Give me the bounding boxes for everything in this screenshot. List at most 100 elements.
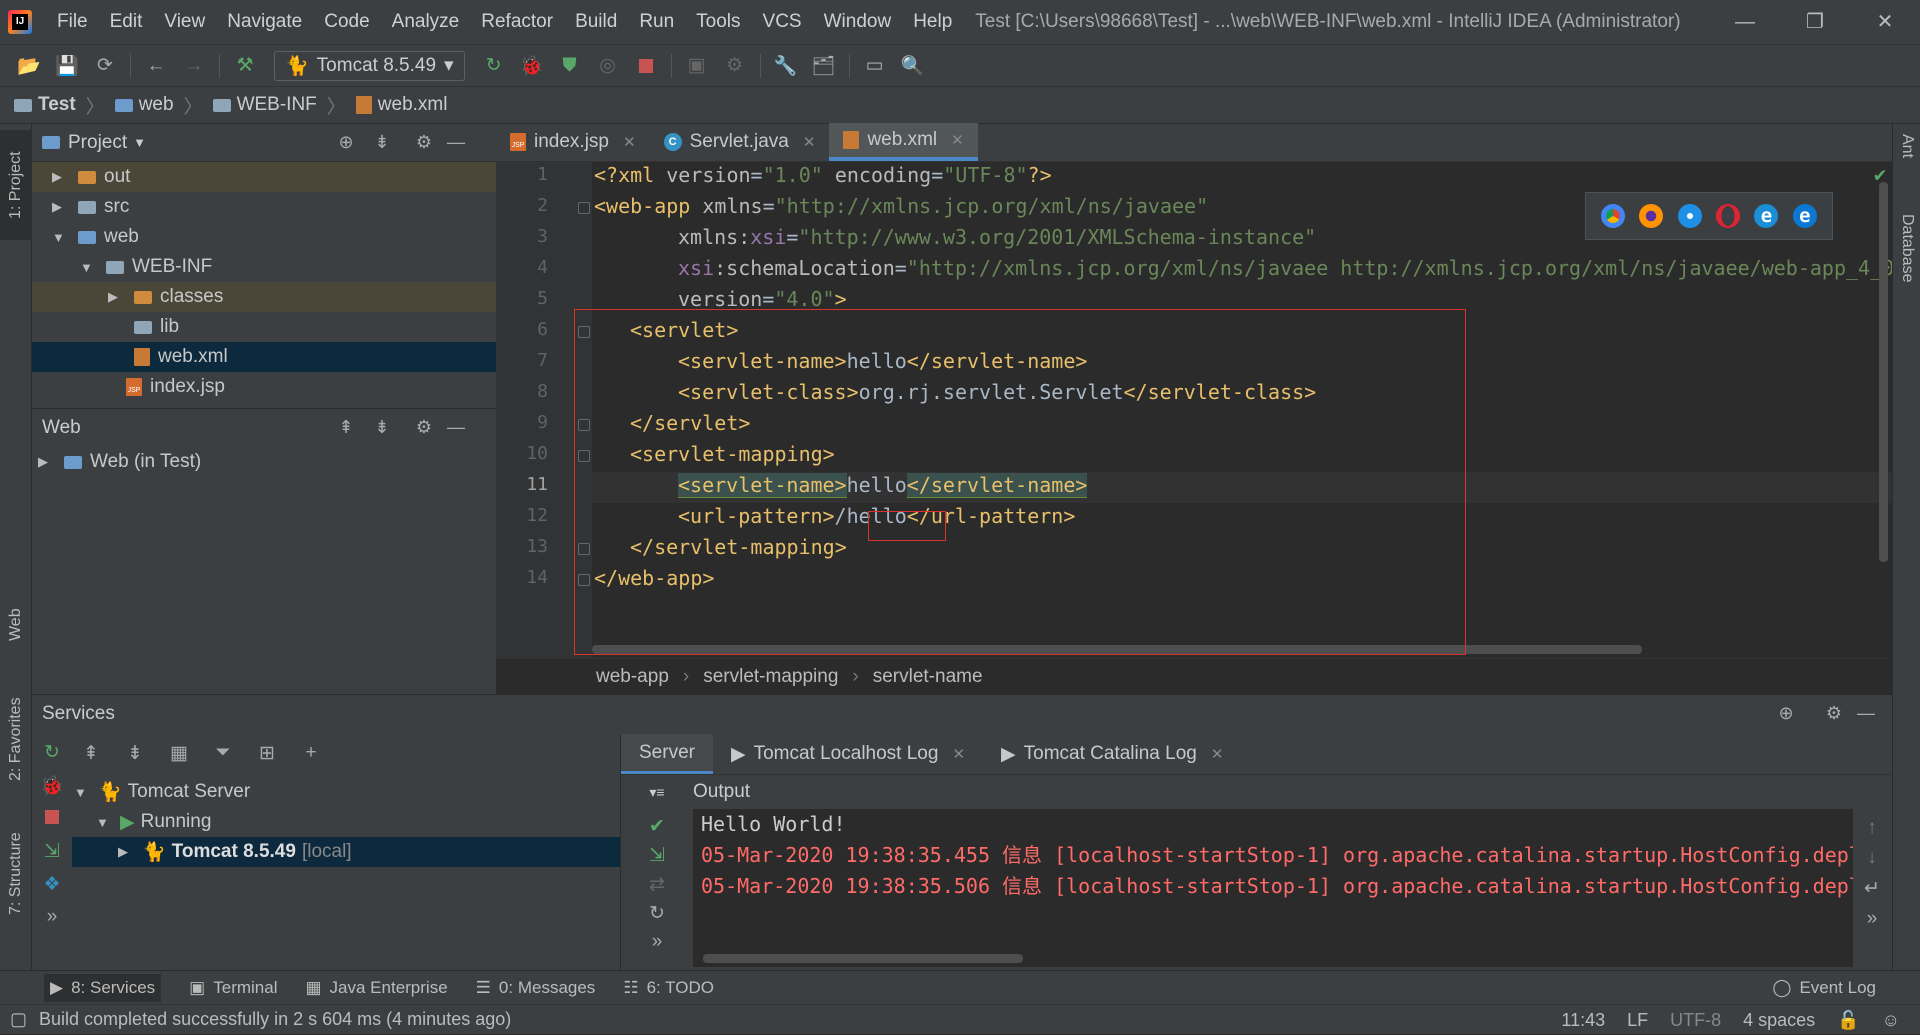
search-icon[interactable]: 🔍 xyxy=(894,49,932,83)
scroll-down-icon[interactable]: ↓ xyxy=(1867,847,1877,869)
firefox-icon[interactable] xyxy=(1639,204,1664,228)
menu-code[interactable]: Code xyxy=(313,0,380,44)
tool-tab-ant[interactable]: Ant xyxy=(1893,134,1920,194)
gear-icon[interactable]: ⚙ xyxy=(412,417,436,439)
redeploy-icon[interactable]: ⇄ xyxy=(649,873,665,896)
menu-analyze[interactable]: Analyze xyxy=(381,0,471,44)
rerun-icon[interactable]: ↻ xyxy=(44,741,60,764)
breadcrumb-web-xml[interactable]: web.xml xyxy=(355,94,447,116)
collapse-all-icon[interactable]: ⇟ xyxy=(116,736,154,770)
tree-item-web-xml[interactable]: web.xml xyxy=(32,342,496,372)
scroll-up-icon[interactable]: ↑ xyxy=(1867,817,1877,839)
tool-tab-structure[interactable]: 7: Structure xyxy=(0,814,32,934)
expand-arrow-icon[interactable]: ▶ xyxy=(38,454,56,470)
rerun-icon[interactable]: ↻ xyxy=(475,49,513,83)
build-hammer-icon[interactable]: ⚒ xyxy=(226,49,264,83)
attach-debugger-icon[interactable]: ▣ xyxy=(678,49,716,83)
edge-icon[interactable]: e xyxy=(1792,204,1817,228)
file-encoding[interactable]: UTF-8 xyxy=(1670,1010,1721,1031)
menu-help[interactable]: Help xyxy=(902,0,963,44)
deploy-icon[interactable]: ⇲ xyxy=(44,840,60,863)
add-service-icon[interactable]: + xyxy=(292,736,330,770)
expand-arrow-icon[interactable]: ▶ xyxy=(52,199,70,215)
stop-icon[interactable] xyxy=(45,808,59,830)
expand-all-icon[interactable]: ⇞ xyxy=(72,736,110,770)
profile-icon[interactable]: ◎ xyxy=(589,49,627,83)
close-icon[interactable]: ✕ xyxy=(951,131,964,149)
sync-icon[interactable]: ⟳ xyxy=(86,49,124,83)
project-view-select[interactable]: Project xyxy=(68,132,127,154)
tab-web-xml[interactable]: web.xml ✕ xyxy=(829,123,978,161)
menu-file[interactable]: File xyxy=(46,0,99,44)
tab-servlet-java[interactable]: C Servlet.java ✕ xyxy=(650,123,830,161)
tool-tab-project[interactable]: 1: Project xyxy=(0,130,32,240)
project-structure-icon[interactable]: 🗂 xyxy=(805,49,843,83)
debug-bug-icon[interactable]: 🐞 xyxy=(40,774,64,798)
expand-arrow-icon[interactable]: ▶ xyxy=(118,844,136,860)
tree-item-out[interactable]: ▶ out xyxy=(32,162,496,192)
collapse-all-icon[interactable]: ⇟ xyxy=(370,417,394,439)
gear-icon[interactable]: ⚙ xyxy=(412,132,436,154)
coverage-icon[interactable]: ⛊ xyxy=(551,49,589,83)
tab-server[interactable]: Server xyxy=(621,734,713,774)
expand-arrow-icon[interactable]: ▼ xyxy=(52,230,70,245)
stop-icon[interactable] xyxy=(627,49,665,83)
close-icon[interactable]: ✕ xyxy=(1211,745,1224,763)
debug-bug-icon[interactable]: 🐞 xyxy=(513,49,551,83)
locate-icon[interactable]: ⊕ xyxy=(1774,703,1798,725)
fold-marker-icon[interactable] xyxy=(578,202,590,214)
horizontal-scrollbar[interactable] xyxy=(703,954,1023,963)
save-all-icon[interactable]: 💾 xyxy=(48,49,86,83)
menu-tools[interactable]: Tools xyxy=(685,0,751,44)
hide-panel-icon[interactable]: — xyxy=(444,132,468,154)
soft-wrap-icon[interactable]: ↵ xyxy=(1864,877,1880,900)
window-toggle-icon[interactable]: ▢ xyxy=(10,1009,27,1030)
expand-arrow-icon[interactable]: ▼ xyxy=(80,260,98,275)
filter-icon[interactable]: ⏷ xyxy=(204,736,242,770)
forward-arrow-icon[interactable]: → xyxy=(175,49,213,83)
breadcrumb-test[interactable]: Test xyxy=(14,94,76,116)
status-message[interactable]: Build completed successfully in 2 s 604 … xyxy=(39,1009,511,1030)
expand-arrow-icon[interactable]: ▼ xyxy=(96,815,114,830)
tool-tab-todo[interactable]: ☷ 6: TODO xyxy=(623,978,714,998)
chevron-down-icon[interactable]: ▼ xyxy=(133,135,146,150)
breadcrumb-web[interactable]: web xyxy=(114,94,174,116)
path-servlet-name[interactable]: servlet-name xyxy=(873,666,983,688)
locate-icon[interactable]: ⊕ xyxy=(334,132,358,154)
tab-tomcat-localhost-log[interactable]: ▶ Tomcat Localhost Log ✕ xyxy=(713,734,983,774)
gear-icon[interactable]: ⚙ xyxy=(1822,703,1846,725)
run-config-select[interactable]: 🐈 Tomcat 8.5.49 ▾ xyxy=(274,50,465,81)
safari-icon[interactable] xyxy=(1677,204,1702,228)
lock-icon[interactable]: 🔓 xyxy=(1837,1010,1859,1031)
menu-view[interactable]: View xyxy=(153,0,216,44)
tree-item-index-jsp[interactable]: JSP index.jsp xyxy=(32,372,496,402)
new-tab-icon[interactable]: ⊞ xyxy=(248,736,286,770)
menu-edit[interactable]: Edit xyxy=(99,0,154,44)
indent-setting[interactable]: 4 spaces xyxy=(1743,1010,1815,1031)
chrome-icon[interactable] xyxy=(1601,204,1626,228)
close-window-button[interactable]: ✕ xyxy=(1850,0,1920,44)
menu-vcs[interactable]: VCS xyxy=(752,0,813,44)
vertical-scrollbar[interactable] xyxy=(1879,182,1888,562)
expand-all-icon[interactable]: ⇞ xyxy=(334,417,358,439)
ie-icon[interactable]: e xyxy=(1754,204,1779,228)
restore-button[interactable]: ❐ xyxy=(1780,0,1850,44)
tree-item-src[interactable]: ▶ src xyxy=(32,192,496,222)
tool-tab-messages[interactable]: ☰ 0: Messages xyxy=(476,978,596,998)
menu-refactor[interactable]: Refactor xyxy=(470,0,564,44)
close-icon[interactable]: ✕ xyxy=(803,133,816,151)
tool-tab-terminal[interactable]: ▣ Terminal xyxy=(189,978,277,998)
hide-panel-icon[interactable]: — xyxy=(1854,703,1878,725)
open-folder-icon[interactable]: 📂 xyxy=(10,49,48,83)
inspector-icon[interactable]: ☺ xyxy=(1882,1010,1900,1031)
wrench-settings-icon[interactable]: 🔧 xyxy=(767,49,805,83)
artifact-icon[interactable]: ❖ xyxy=(43,873,60,896)
update-deploy-icon[interactable]: ⇲ xyxy=(649,844,665,867)
menu-build[interactable]: Build xyxy=(564,0,628,44)
refresh-icon[interactable]: ↻ xyxy=(649,902,665,925)
hide-panel-icon[interactable]: — xyxy=(444,417,468,439)
breadcrumb-web-inf[interactable]: WEB-INF xyxy=(212,94,317,116)
tree-item-lib[interactable]: lib xyxy=(32,312,496,342)
menu-window[interactable]: Window xyxy=(813,0,903,44)
tree-item-web[interactable]: ▼ web xyxy=(32,222,496,252)
